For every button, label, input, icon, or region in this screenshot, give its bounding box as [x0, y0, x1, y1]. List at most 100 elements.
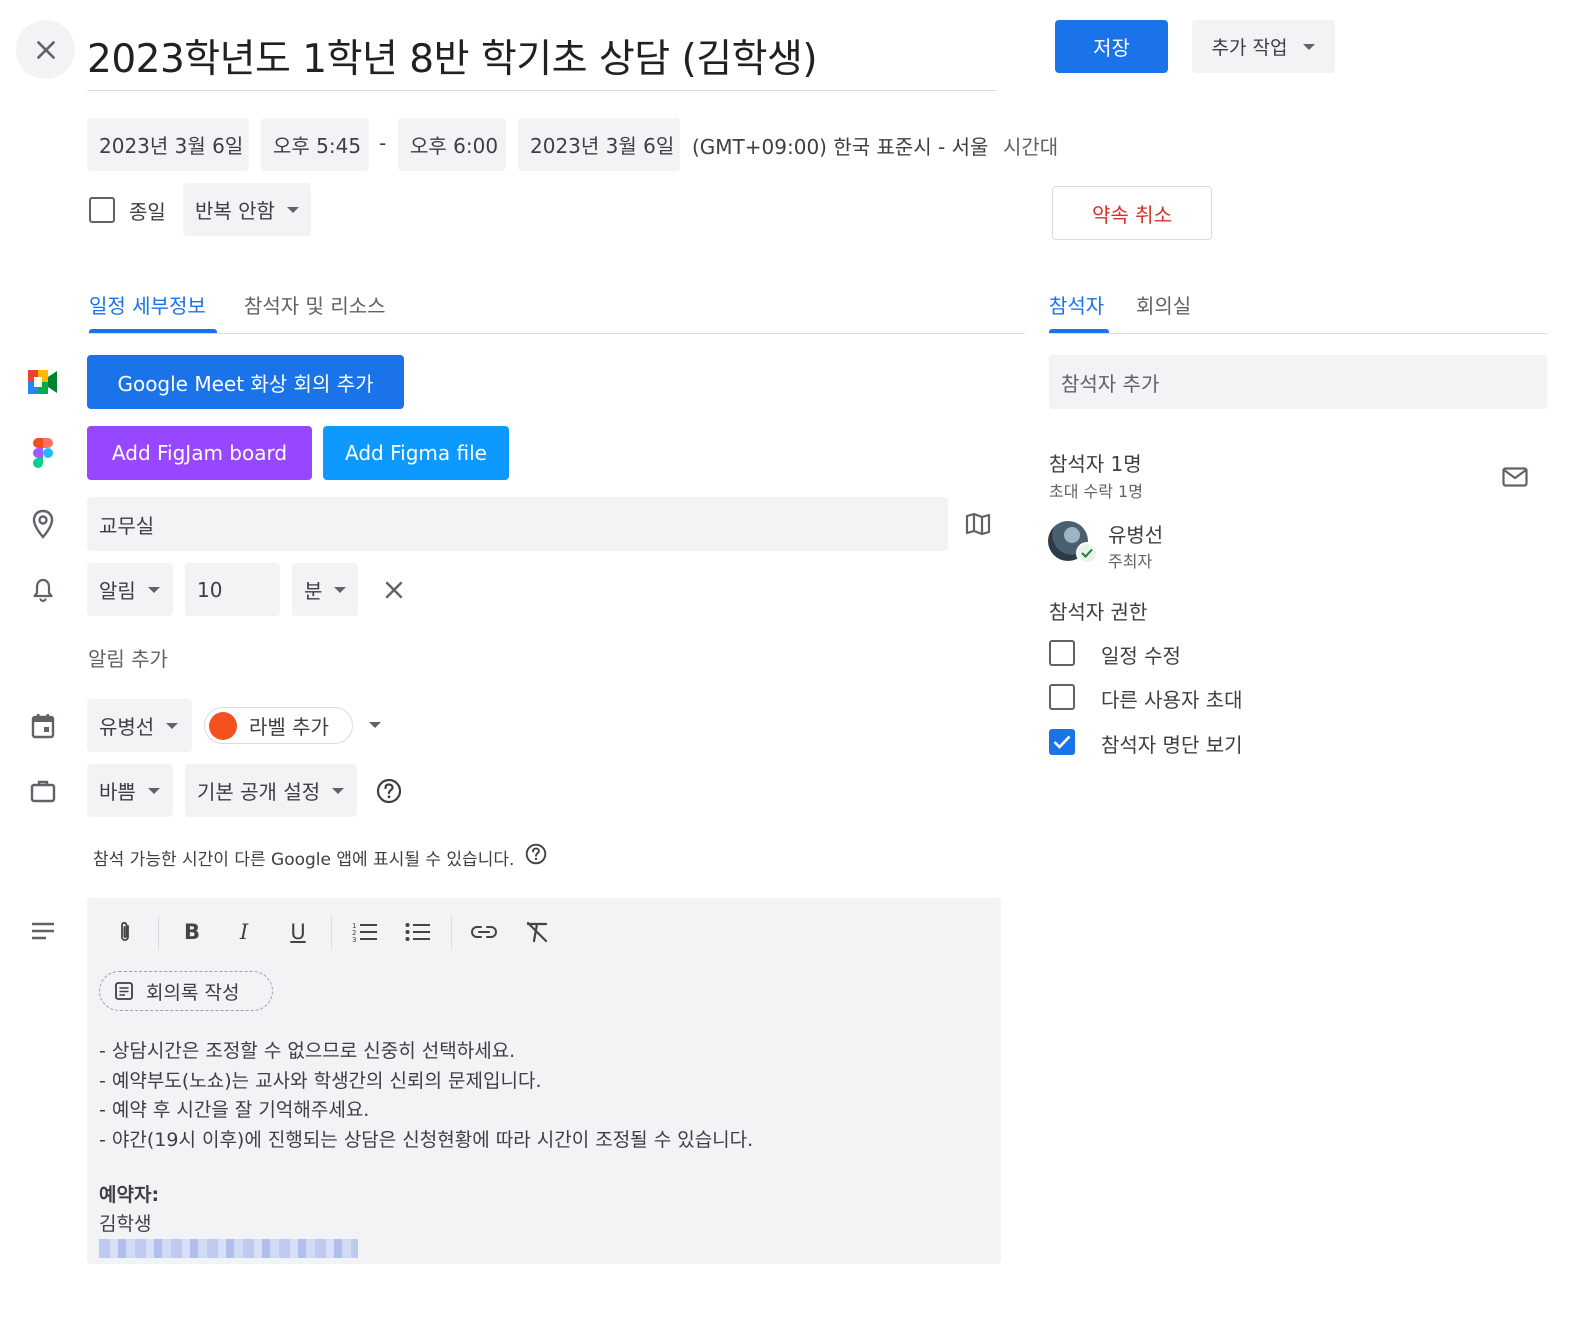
end-time-text: 오후 6:00 [410, 134, 499, 158]
help-icon[interactable] [524, 842, 548, 866]
meet-button-label: Google Meet 화상 회의 추가 [117, 371, 374, 396]
chevron-down-icon [147, 787, 160, 794]
numbered-list-icon[interactable]: 123 [348, 915, 382, 949]
description-icon [30, 918, 56, 944]
tab-attendees-resources[interactable]: 참석자 및 리소스 [244, 290, 386, 319]
email-guests-icon[interactable] [1500, 462, 1530, 492]
time-separator: - [379, 131, 387, 155]
add-google-meet-button[interactable]: Google Meet 화상 회의 추가 [87, 355, 404, 409]
description-line: - 예약부도(노쇼)는 교사와 학생간의 신뢰의 문제입니다. [99, 1070, 542, 1092]
toolbar-divider [158, 916, 159, 950]
check-icon [1053, 735, 1071, 749]
allday-checkbox[interactable] [89, 197, 115, 223]
booker-name: 김학생 [99, 1213, 152, 1235]
link-icon[interactable] [467, 915, 501, 949]
save-button[interactable]: 저장 [1055, 20, 1168, 73]
chevron-down-icon [166, 722, 179, 729]
more-actions-label: 추가 작업 [1211, 37, 1288, 59]
perm-invite-checkbox[interactable] [1049, 684, 1075, 710]
add-guests-placeholder: 참석자 추가 [1061, 371, 1160, 396]
permissions-title: 참석자 권한 [1049, 600, 1148, 624]
location-text: 교무실 [99, 513, 155, 538]
clear-format-icon[interactable] [520, 915, 554, 949]
label-color-dropdown[interactable] [365, 715, 385, 735]
chevron-down-icon [286, 206, 299, 213]
bold-icon[interactable]: B [175, 915, 209, 949]
busy-label: 바쁨 [99, 780, 136, 804]
chevron-down-icon [1303, 43, 1316, 50]
add-guests-input[interactable]: 참석자 추가 [1049, 355, 1547, 409]
remove-notification-button[interactable] [379, 575, 409, 605]
end-date-chip[interactable]: 2023년 3월 6일 [518, 118, 680, 171]
description-line: - 예약 후 시간을 잘 기억해주세요. [99, 1099, 370, 1121]
guest-count: 참석자 1명 [1049, 452, 1142, 476]
figma-icon [32, 437, 54, 469]
add-figma-file-button[interactable]: Add Figma file [323, 426, 509, 480]
timezone-link[interactable]: 시간대 [1003, 131, 1058, 160]
close-icon [385, 581, 403, 599]
cancel-appointment-button[interactable]: 약속 취소 [1052, 186, 1212, 240]
perm-modify-checkbox[interactable] [1049, 640, 1075, 666]
availability-note: 참석 가능한 시간이 다른 Google 앱에 표시될 수 있습니다. [93, 850, 515, 870]
map-icon[interactable] [963, 509, 993, 539]
repeat-label: 반복 안함 [195, 199, 275, 223]
underline-icon[interactable]: U [281, 915, 315, 949]
bullet-list-icon[interactable] [401, 915, 435, 949]
event-title-text: 2023학년도 1학년 8반 학기초 상담 (김학생) [87, 37, 818, 82]
start-date-chip[interactable]: 2023년 3월 6일 [87, 118, 249, 171]
visibility-select[interactable]: 기본 공개 설정 [185, 764, 357, 817]
perm-modify-label: 일정 수정 [1101, 644, 1181, 668]
add-notification-link[interactable]: 알림 추가 [88, 643, 168, 672]
color-dot-icon [209, 711, 237, 740]
attach-icon[interactable] [108, 915, 142, 949]
meeting-notes-button[interactable]: 회의록 작성 [99, 971, 273, 1011]
end-time-chip[interactable]: 오후 6:00 [398, 118, 506, 171]
repeat-select[interactable]: 반복 안함 [183, 183, 311, 236]
cancel-label: 약속 취소 [1092, 202, 1172, 227]
booker-label: 예약자: [99, 1184, 160, 1206]
notification-type-select[interactable]: 알림 [87, 563, 173, 616]
accepted-check-icon [1076, 542, 1098, 564]
toolbar-divider [451, 916, 452, 950]
chevron-down-icon [334, 586, 347, 593]
description-line: - 상담시간은 조정할 수 없으므로 신중히 선택하세요. [99, 1040, 516, 1062]
event-title-input[interactable]: 2023학년도 1학년 8반 학기초 상담 (김학생) [87, 20, 997, 91]
italic-icon[interactable]: I [227, 915, 261, 949]
perm-see-list-checkbox[interactable] [1049, 729, 1075, 755]
perm-invite-label: 다른 사용자 초대 [1101, 688, 1243, 712]
calendar-owner-label: 유병선 [99, 715, 155, 739]
end-date-text: 2023년 3월 6일 [530, 134, 675, 158]
notification-value-input[interactable]: 10 [185, 563, 280, 616]
notification-type-label: 알림 [99, 579, 136, 603]
briefcase-icon [28, 777, 58, 805]
busy-select[interactable]: 바쁨 [87, 764, 173, 817]
figma-button-label: Add Figma file [345, 441, 487, 465]
location-input[interactable]: 교무실 [87, 497, 948, 551]
close-icon [36, 40, 55, 59]
start-time-text: 오후 5:45 [273, 134, 362, 158]
location-pin-icon [28, 508, 58, 540]
guest-role: 주최자 [1108, 552, 1153, 571]
guest-accepted-count: 초대 수락 1명 [1049, 482, 1143, 501]
label-add-chip[interactable]: 라벨 추가 [204, 707, 353, 744]
meeting-notes-label: 회의록 작성 [146, 981, 240, 1004]
svg-text:3: 3 [352, 936, 356, 943]
perm-see-list-label: 참석자 명단 보기 [1101, 733, 1243, 757]
close-button[interactable] [16, 20, 75, 79]
redacted-email [99, 1239, 358, 1258]
chevron-down-icon [332, 787, 345, 794]
start-time-chip[interactable]: 오후 5:45 [261, 118, 369, 171]
notification-value-text: 10 [197, 577, 223, 602]
calendar-owner-select[interactable]: 유병선 [87, 699, 192, 752]
more-actions-button[interactable]: 추가 작업 [1192, 20, 1335, 73]
chevron-down-icon [147, 586, 160, 593]
notification-unit-select[interactable]: 분 [292, 563, 358, 616]
description-line: - 야간(19시 이후)에 진행되는 상담은 신청현황에 따라 시간이 조정될 … [99, 1129, 754, 1151]
help-icon[interactable] [375, 777, 403, 805]
tab-guests[interactable]: 참석자 [1049, 290, 1104, 319]
tab-rooms[interactable]: 회의실 [1136, 290, 1191, 319]
start-date-text: 2023년 3월 6일 [99, 134, 244, 158]
visibility-label: 기본 공개 설정 [197, 780, 321, 804]
tab-event-details[interactable]: 일정 세부정보 [89, 290, 206, 319]
add-figjam-board-button[interactable]: Add FigJam board [87, 426, 312, 480]
